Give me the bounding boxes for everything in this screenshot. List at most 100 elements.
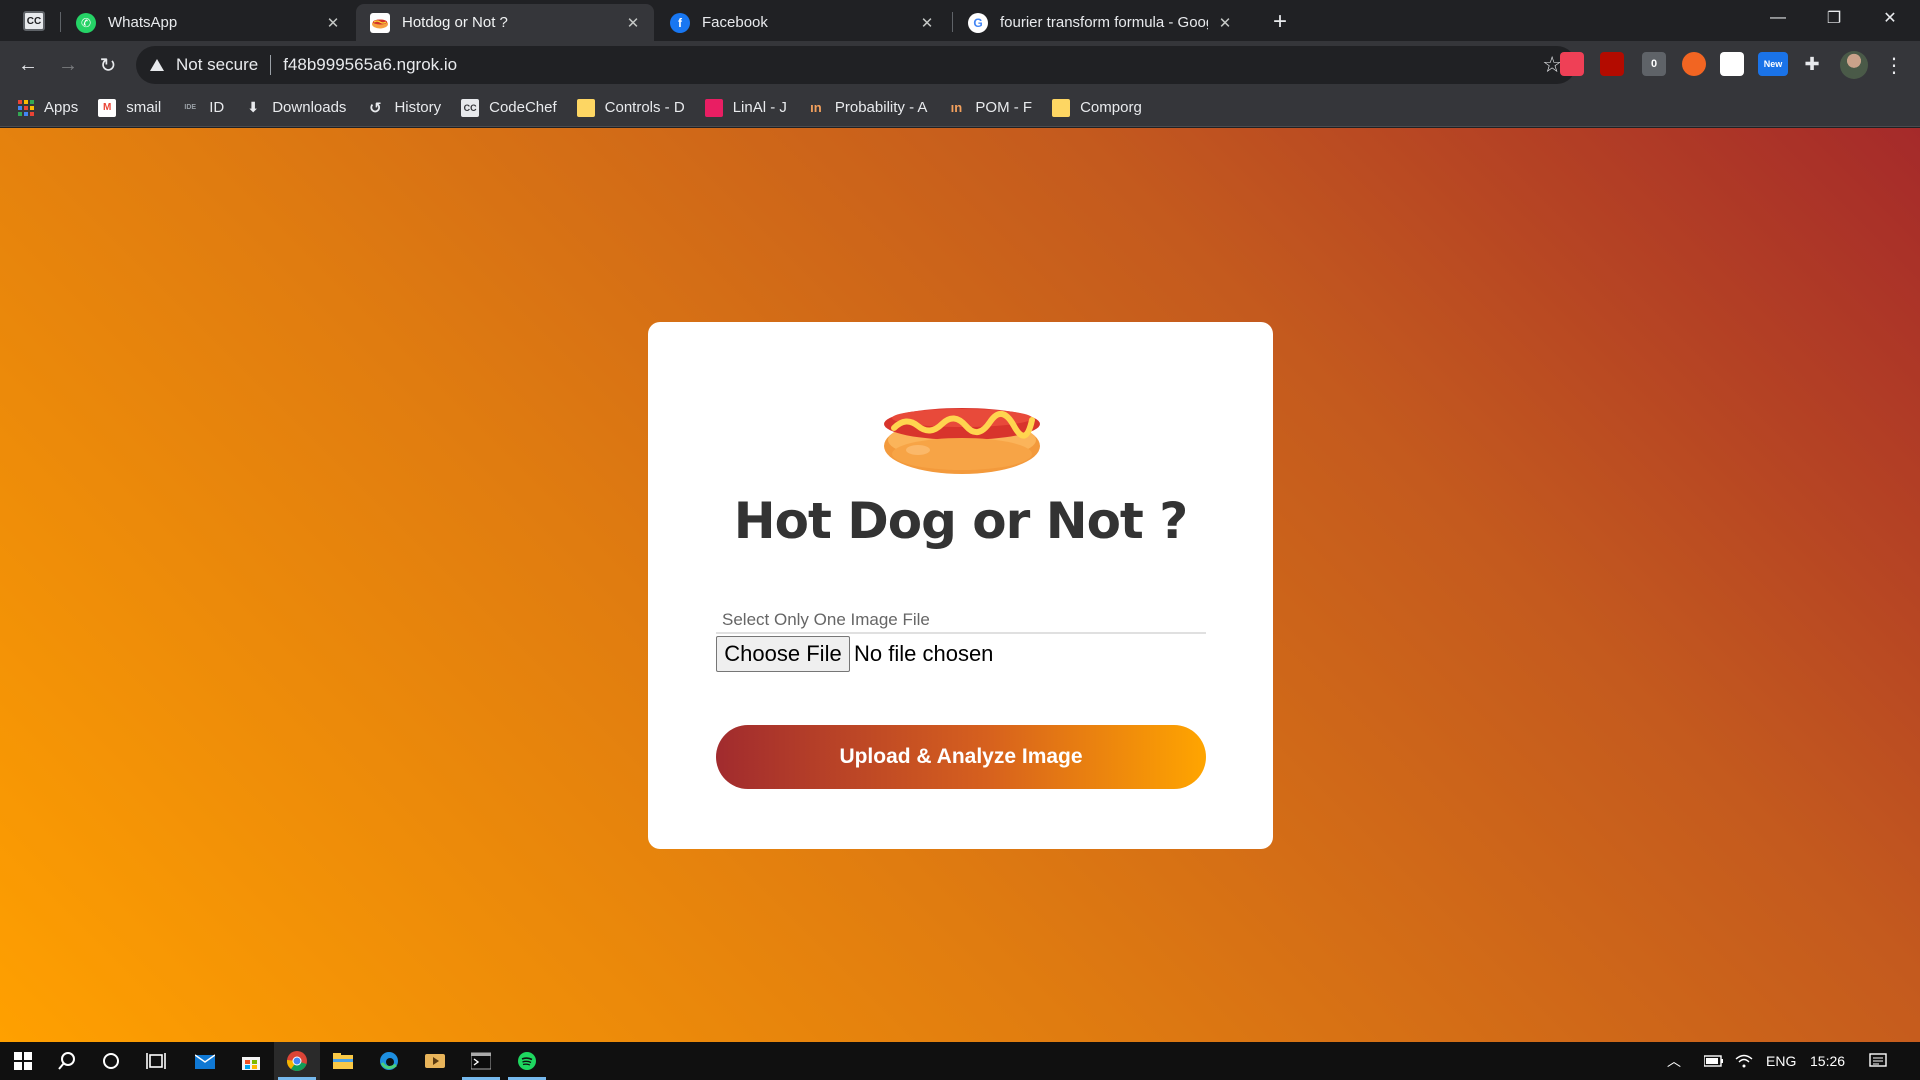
doc-icon [1052,98,1071,117]
bookmark-linal[interactable]: LinAl - J [704,98,787,117]
bookmark-pom[interactable]: ın POM - F [947,99,1032,117]
bookmark-label: LinAl - J [732,99,787,116]
puzzle-icon[interactable]: ✚ [1800,52,1824,76]
bookmark-probability[interactable]: ın Probability - A [807,99,928,117]
edge-icon[interactable] [366,1042,412,1080]
tab-facebook[interactable]: f Facebook ✕ [656,4,948,41]
bookmark-controls[interactable]: Controls - D [576,98,685,117]
bookmark-label: smail [126,99,162,116]
bookmark-label: Downloads [272,99,347,116]
file-explorer-icon[interactable] [320,1042,366,1080]
close-icon[interactable]: ✕ [624,14,642,32]
codechef-pinned-icon: CC [23,11,45,31]
address-bar[interactable]: Not secure f48b999565a6.ngrok.io ☆ [136,46,1576,84]
minimize-button[interactable]: — [1750,0,1806,36]
spotify-icon[interactable] [504,1042,550,1080]
close-window-button[interactable]: ✕ [1862,0,1918,36]
terminal-icon[interactable] [458,1042,504,1080]
chrome-menu-icon[interactable]: ⋮ [1884,51,1904,79]
tab-title: Facebook [702,14,768,31]
tab-title: fourier transform formula - Goog [1000,14,1208,31]
bookmark-label: ID [209,99,225,116]
new-extension-icon[interactable]: New [1758,52,1788,76]
tab-separator [60,12,61,32]
orange-extension-icon[interactable] [1682,52,1706,76]
doc-icon [576,98,595,117]
upload-analyze-button[interactable]: Upload & Analyze Image [716,725,1206,789]
forward-button[interactable]: → [52,49,84,81]
bookmark-smail[interactable]: M smail [98,98,162,117]
flag-extension-icon[interactable] [1720,52,1744,76]
file-field-label: Select Only One Image File [722,610,930,629]
gmail-icon: M [98,98,117,117]
bookmark-label: CodeChef [489,99,557,116]
mail-icon[interactable] [182,1042,228,1080]
address-divider [270,55,272,75]
search-icon[interactable] [44,1042,90,1080]
apps-grid-icon [18,99,34,116]
download-icon: ⬇ [247,99,260,115]
warning-icon [150,59,164,71]
media-player-icon[interactable] [412,1042,458,1080]
file-status-text: No file chosen [854,641,994,666]
tab-google[interactable]: G fourier transform formula - Goog ✕ [954,4,1246,41]
cortana-icon[interactable] [88,1042,134,1080]
tab-whatsapp[interactable]: ✆ WhatsApp ✕ [62,4,354,41]
ideone-icon: IDE [184,104,197,111]
browser-toolbar: ← → ↻ Not secure f48b999565a6.ngrok.io ☆… [0,41,1920,89]
pocket-icon[interactable] [1560,52,1584,76]
badge-extension-icon[interactable]: 0 [1642,52,1666,76]
chrome-icon[interactable] [274,1042,320,1080]
tab-title: WhatsApp [108,14,178,31]
bookmark-label: POM - F [975,99,1033,116]
close-icon[interactable]: ✕ [1216,14,1234,32]
bookmark-downloads[interactable]: ⬇ Downloads [244,99,346,117]
start-icon[interactable] [0,1042,46,1080]
close-icon[interactable]: ✕ [918,14,936,32]
whatsapp-icon: ✆ [76,12,96,33]
reload-button[interactable]: ↻ [92,49,124,81]
new-tab-button[interactable]: + [1266,8,1294,36]
battery-icon[interactable] [1700,1042,1728,1080]
tab-strip: CC ✆ WhatsApp ✕ Hotdog or Not ? ✕ f Face… [0,0,1920,41]
bookmark-comporg[interactable]: Comporg [1052,98,1142,117]
language-indicator[interactable]: ENG [1766,1042,1796,1080]
bookmarks-bar: Apps M smail IDE ID ⬇ Downloads ↺ Histor… [0,89,1920,127]
page-title: Hot Dog or Not ? [733,492,1188,550]
profile-icon [704,98,723,117]
back-button[interactable]: ← [12,49,44,81]
acrobat-icon[interactable] [1600,52,1624,76]
bookmark-label: Comporg [1080,99,1142,116]
tab-title: Hotdog or Not ? [402,14,508,31]
history-icon: ↺ [369,99,382,117]
bookmark-label: Probability - A [834,99,928,116]
tab-hotdog[interactable]: Hotdog or Not ? ✕ [356,4,654,41]
close-icon[interactable]: ✕ [324,14,342,32]
url-text[interactable]: f48b999565a6.ngrok.io [283,55,457,75]
wifi-icon[interactable] [1730,1042,1758,1080]
task-view-icon[interactable] [133,1042,179,1080]
notification-icon[interactable] [1858,1042,1898,1080]
profile-avatar[interactable] [1840,51,1868,79]
chevron-up-icon[interactable]: ︿ [1660,1042,1688,1080]
facebook-icon: f [670,12,690,33]
field-underline [716,632,1206,634]
security-label[interactable]: Not secure [176,55,258,75]
store-icon[interactable] [228,1042,274,1080]
bookmark-label: History [394,99,442,116]
choose-file-button[interactable]: Choose File [716,636,850,672]
hotdog-favicon [370,12,390,33]
restore-button[interactable]: ❐ [1806,0,1862,36]
clock[interactable]: 15:26 [1810,1042,1845,1080]
bookmark-label: Controls - D [604,99,685,116]
bookmark-id[interactable]: IDE ID [181,99,224,117]
bookmark-codechef[interactable]: CC CodeChef [461,98,557,117]
bookmark-history[interactable]: ↺ History [366,99,441,117]
upload-card: Hot Dog or Not ? Select Only One Image F… [648,322,1273,849]
bookmark-label: Apps [44,99,79,116]
google-icon: G [968,12,988,33]
windows-taskbar: ︿ ENG 15:26 [0,1042,1920,1080]
bookmark-apps[interactable]: Apps [18,99,78,116]
pinned-tab[interactable]: CC [12,6,56,36]
page-viewport: Hot Dog or Not ? Select Only One Image F… [0,128,1920,1042]
